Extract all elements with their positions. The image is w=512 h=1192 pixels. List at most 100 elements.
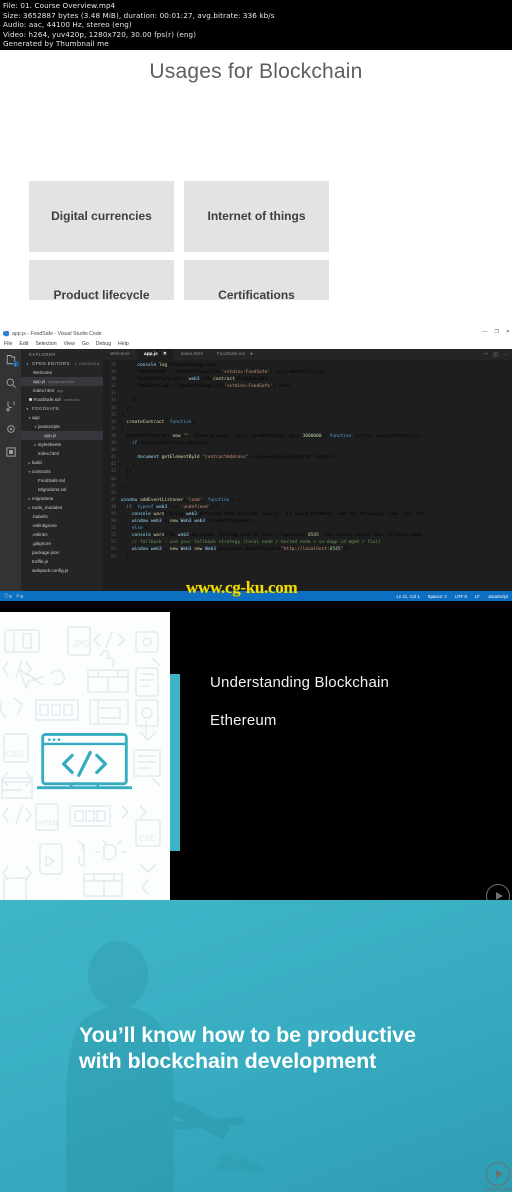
tab-welcome[interactable]: Welcome	[103, 349, 137, 360]
editor-tab-bar[interactable]: Welcome app.js ✕ index.html FoodSafe.sol…	[103, 349, 512, 360]
open-editors-label: OPEN EDITORS	[32, 361, 70, 366]
file-tree-item[interactable]: webpack.config.js	[21, 566, 103, 575]
file-tree-label: javascripts	[38, 424, 60, 429]
menu-item-view[interactable]: View	[64, 341, 75, 347]
play-icon[interactable]	[486, 1162, 511, 1186]
slide-vscode-screenshot: app.js - FoodSafe - Visual Studio Code —…	[0, 300, 512, 612]
file-tree-item[interactable]: .eslintignore	[21, 521, 103, 530]
code-line: 54 window.web3 = new Web3(new Web3.provi…	[110, 547, 352, 553]
file-tree-item[interactable]: app.js	[21, 431, 103, 440]
file-tree-item[interactable]: Migrations.sol	[21, 485, 103, 494]
vscode-editor-area: Welcome app.js ✕ index.html FoodSafe.sol…	[103, 349, 512, 591]
laptop-code-icon	[37, 733, 132, 790]
tab-app-js[interactable]: app.js ✕	[136, 349, 174, 360]
file-tree-item[interactable]: package.json	[21, 548, 103, 557]
tab-label: Welcome	[110, 352, 130, 357]
code-line: 53 // fallback - use your fallback strat…	[110, 540, 382, 546]
file-tree-item[interactable]: ▸ migrations	[21, 494, 103, 503]
extensions-icon[interactable]	[5, 445, 17, 457]
open-editor-item[interactable]: Welcome	[21, 368, 103, 377]
file-tree-item[interactable]: .gitignore	[21, 539, 103, 548]
open-editor-path: contracts	[63, 397, 80, 402]
editor-actions[interactable]: ◠ ◫ ⋯	[484, 349, 512, 360]
svg-text:EXE: EXE	[139, 834, 155, 843]
menu-item-debug[interactable]: Debug	[96, 341, 111, 347]
file-tree-item[interactable]: index.html	[21, 449, 103, 458]
debug-icon[interactable]	[5, 422, 17, 434]
warning-icon[interactable]: ⚠	[16, 593, 20, 599]
video-play-overlay[interactable]: 00:01:06	[485, 1162, 511, 1192]
file-tree-label: app	[32, 415, 40, 420]
window-controls[interactable]: — ❐ ✕	[482, 329, 510, 335]
thumbnail-sheet: File: 01. Course Overview.mp4 Size: 3652…	[0, 0, 512, 1192]
indentation[interactable]: Spaces: 2	[428, 594, 447, 599]
project-root-section[interactable]: ▾ FOODSAFE	[21, 404, 103, 413]
play-icon[interactable]	[486, 884, 511, 900]
vscode-window-title: app.js - FoodSafe - Visual Studio Code	[12, 330, 102, 337]
minimize-icon[interactable]: —	[482, 329, 487, 335]
file-tree-item[interactable]: FoodSafe.sol	[21, 476, 103, 485]
file-tree-item[interactable]: ▾ app	[21, 413, 103, 422]
file-tree-item[interactable]: truffle.js	[21, 557, 103, 566]
split-editor-icon[interactable]: ◠	[484, 352, 488, 358]
slide-productive: You’ll know how to be productive with bl…	[0, 900, 512, 1192]
watermark: www.cg-ku.com	[186, 578, 298, 597]
menu-item-edit[interactable]: Edit	[19, 341, 28, 347]
vscode-menu-bar[interactable]: File Edit Selection View Go Debug Help	[0, 339, 512, 349]
file-tree-item[interactable]: ▾ contracts	[21, 467, 103, 476]
file-tree-item[interactable]: ▸ stylesheets	[21, 440, 103, 449]
status-right-group[interactable]: Ln 21, Col 1 Spaces: 2 UTF-8 LF JavaScri…	[396, 594, 508, 599]
video-play-overlay[interactable]: 00:00:52	[485, 884, 511, 900]
slide-usages-for-blockchain: Usages for Blockchain Digital currencies…	[0, 50, 512, 410]
explorer-icon[interactable]: 1	[5, 353, 19, 367]
file-tree-label: .eslintrc	[32, 532, 48, 537]
cursor-position[interactable]: Ln 21, Col 1	[396, 594, 419, 599]
close-icon[interactable]: ✕	[506, 329, 510, 335]
code-line: 50 window.web3 = new Web3(web3.currentPr…	[110, 519, 254, 525]
maximize-icon[interactable]: ❐	[494, 329, 498, 335]
file-tree-item[interactable]: ▾ javascripts	[21, 422, 103, 431]
vscode-activity-bar[interactable]: 1	[0, 349, 21, 595]
vscode-explorer-sidebar[interactable]: EXPLORER ▾ OPEN EDITORS 1 UNSAVED Welcom…	[21, 349, 103, 591]
encoding[interactable]: UTF-8	[455, 594, 467, 599]
menu-item-file[interactable]: File	[4, 341, 12, 347]
file-tree-item[interactable]: ▸ node_modules	[21, 503, 103, 512]
explorer-header: EXPLORER	[29, 352, 56, 357]
file-tree-label: index.html	[38, 451, 59, 456]
code-editor[interactable]: 28 console.log(foodSafeCompiled); 29 food…	[103, 360, 512, 561]
close-icon[interactable]: ✕	[163, 352, 167, 357]
language-mode[interactable]: JavaScript	[488, 594, 508, 599]
code-line: 40 {	[110, 448, 135, 454]
file-tree[interactable]: ▾ app ▾ javascripts app.js ▸ stylesheets index.…	[21, 413, 103, 575]
file-tree-item[interactable]: ▸ build	[21, 458, 103, 467]
search-icon[interactable]	[5, 376, 17, 388]
code-line: 32	[110, 391, 116, 397]
file-tree-label: build	[32, 460, 42, 465]
file-tree-item[interactable]: .eslintrc	[21, 530, 103, 539]
menu-item-go[interactable]: Go	[82, 341, 89, 347]
tab-label: index.html	[180, 352, 203, 357]
error-icon[interactable]: ⓘ	[4, 593, 8, 599]
more-icon[interactable]: ⋯	[503, 352, 508, 358]
mediainfo-size: Size: 3652887 bytes (3.48 MiB), duration…	[3, 10, 275, 20]
accent-bar	[170, 674, 180, 851]
source-control-icon[interactable]	[5, 399, 17, 412]
open-editor-item[interactable]: FoodSafe.sol contracts	[21, 395, 103, 404]
menu-item-help[interactable]: Help	[118, 341, 129, 347]
file-tree-label: .eslintignore	[32, 523, 57, 528]
slide-icon-panel: JPG CSS HTML EXE	[0, 612, 170, 900]
tab-index-html[interactable]: index.html	[174, 349, 210, 360]
open-editors-section[interactable]: ▾ OPEN EDITORS 1 UNSAVED	[21, 359, 103, 368]
open-editor-name: Welcome	[33, 370, 53, 375]
unsaved-dot-icon[interactable]: ●	[250, 352, 253, 357]
menu-item-selection[interactable]: Selection	[35, 341, 56, 347]
layout-icon[interactable]: ◫	[493, 352, 498, 358]
open-editor-item[interactable]: app.js app/javascripts	[21, 377, 103, 386]
line-ending[interactable]: LF	[475, 594, 480, 599]
tab-foodsafe-sol[interactable]: FoodSafe.sol ●	[210, 349, 260, 360]
open-editor-item[interactable]: index.html app	[21, 386, 103, 395]
file-tree-item[interactable]: .babelrc	[21, 512, 103, 521]
code-line: 45};	[110, 483, 127, 489]
mediainfo-header: File: 01. Course Overview.mp4 Size: 3652…	[0, 0, 512, 50]
code-line: 43 })	[110, 469, 132, 475]
